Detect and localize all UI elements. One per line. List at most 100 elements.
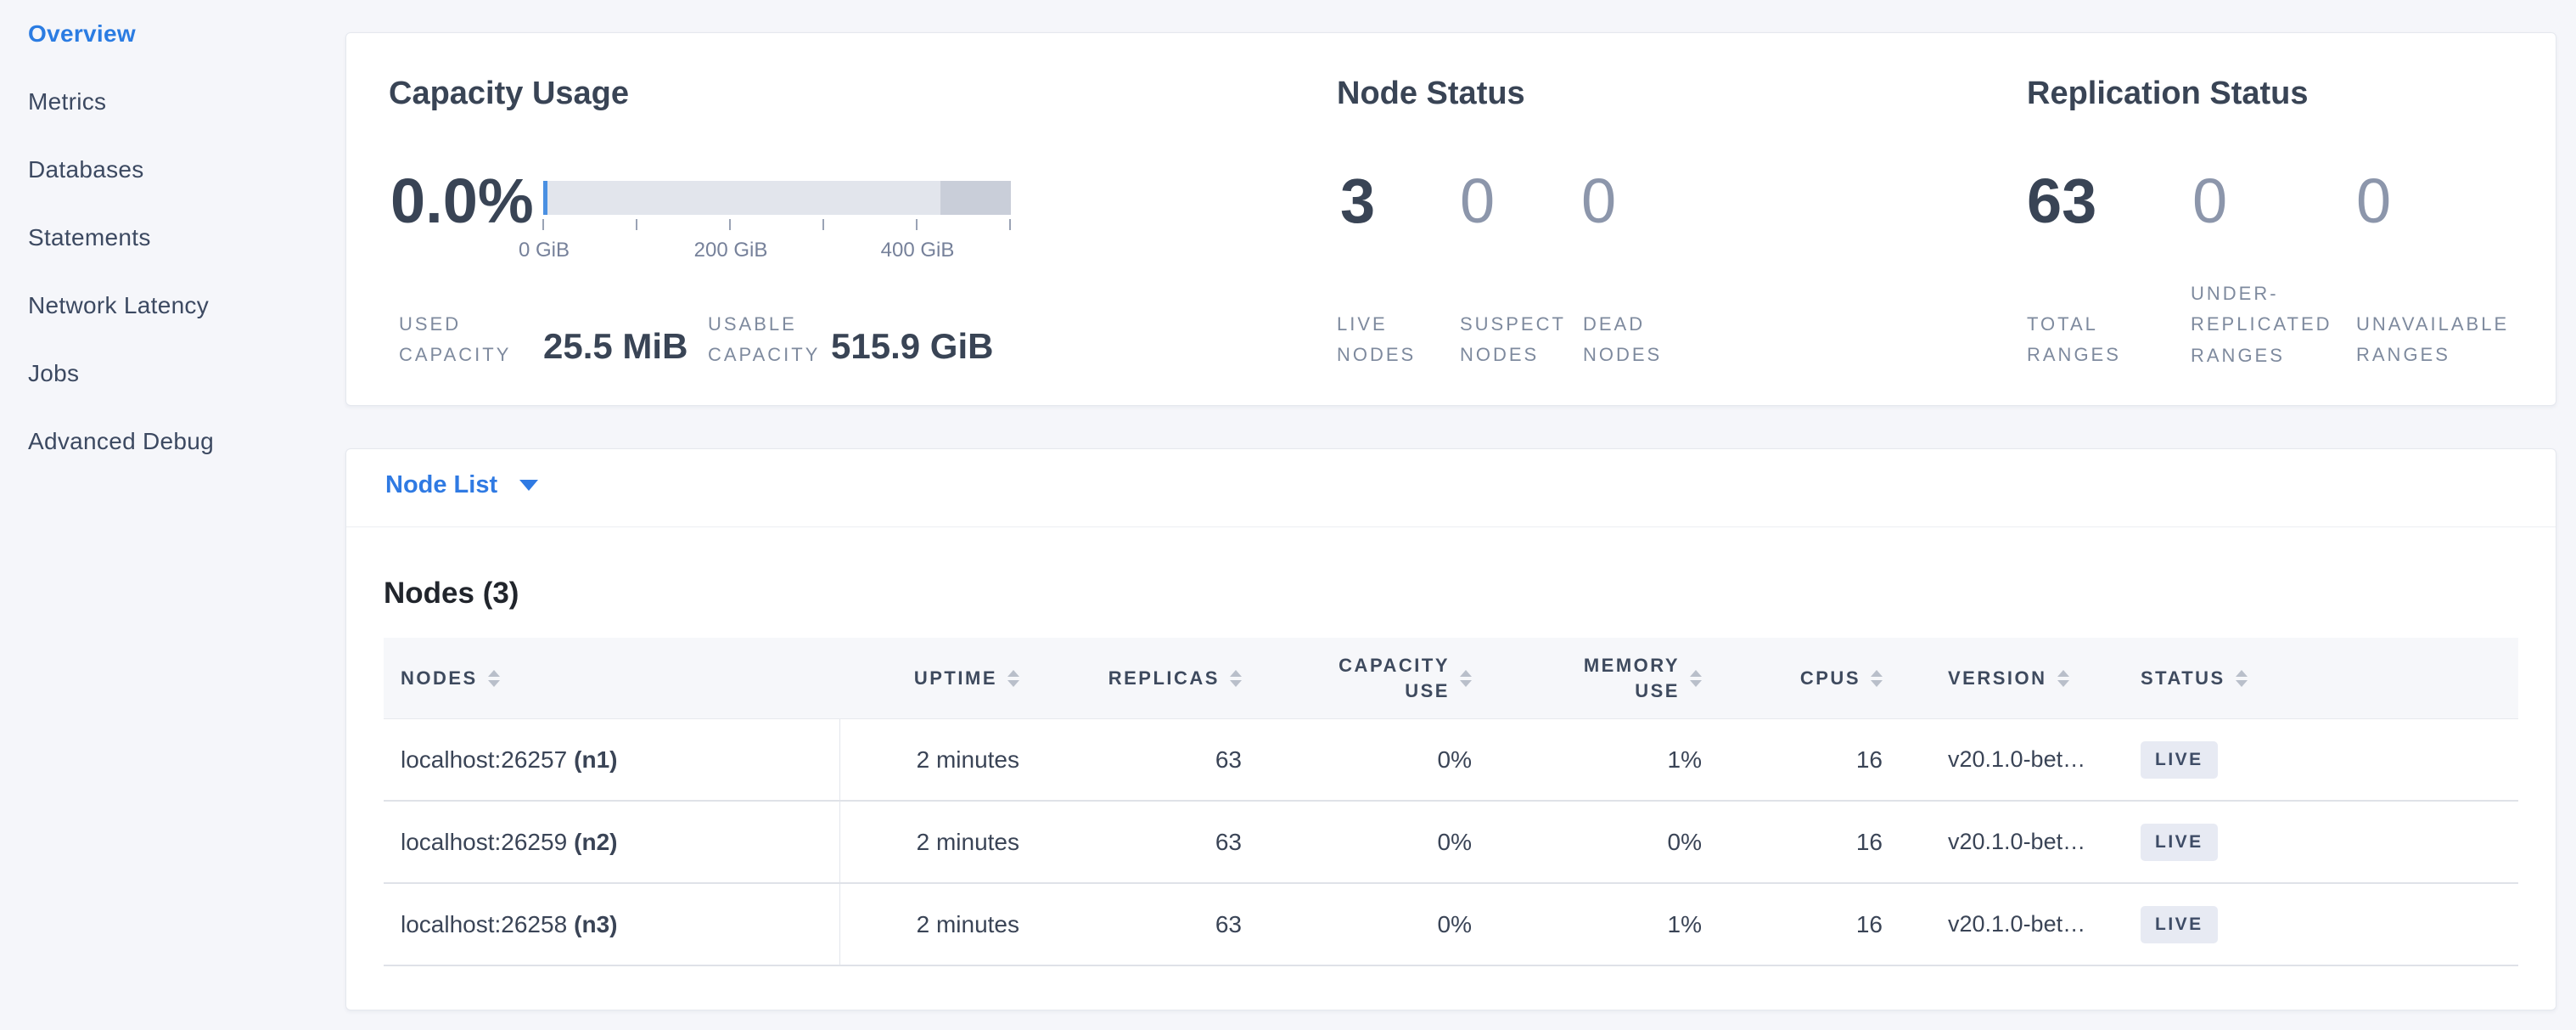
column-header-cpus[interactable]: CPUS <box>1702 666 1883 691</box>
uptime-cell: 2 minutes <box>839 829 1019 856</box>
nodes-table: NODES UPTIME REPLICAS CAPACITY USE MEMOR… <box>384 638 2518 966</box>
version-cell: v20.1.0-bet… <box>1883 829 2137 855</box>
column-header-capacity-use[interactable]: CAPACITY USE <box>1242 653 1472 703</box>
total-ranges-label: TOTAL RANGES <box>2027 309 2121 371</box>
suspect-nodes-count: 0 <box>1460 170 1495 233</box>
replicas-cell: 63 <box>1019 746 1242 774</box>
axis-label-0gib: 0 GiB <box>519 239 570 262</box>
sort-icon[interactable] <box>1460 670 1472 687</box>
unavailable-ranges-label-line2: RANGES <box>2356 340 2509 370</box>
sort-icon[interactable] <box>1230 670 1242 687</box>
chevron-down-icon <box>519 480 538 491</box>
axis-tick <box>636 219 637 230</box>
capacity-usage-bar <box>543 181 1011 215</box>
node-address-cell[interactable]: localhost:26258 (n3) <box>384 911 839 938</box>
used-capacity-label-line1: USED <box>399 309 511 340</box>
usable-capacity-label-line2: CAPACITY <box>708 340 820 370</box>
column-header-uptime[interactable]: UPTIME <box>839 666 1019 691</box>
column-header-nodes-label: NODES <box>401 666 478 691</box>
column-header-memory-use-label: MEMORY USE <box>1535 653 1680 703</box>
usable-capacity-label-line1: USABLE <box>708 309 820 340</box>
axis-label-200gib: 200 GiB <box>694 239 768 262</box>
dead-nodes-label-line2: NODES <box>1583 340 1662 370</box>
used-capacity-label-line2: CAPACITY <box>399 340 511 370</box>
used-capacity-label: USED CAPACITY <box>399 309 511 371</box>
column-header-capacity-use-label: CAPACITY USE <box>1322 653 1450 703</box>
node-name: (n3) <box>574 911 617 938</box>
sort-icon[interactable] <box>1007 670 1019 687</box>
unavailable-ranges-count: 0 <box>2356 170 2391 233</box>
column-header-memory-use[interactable]: MEMORY USE <box>1472 653 1702 703</box>
capacity-use-cell: 0% <box>1242 746 1472 774</box>
axis-tick <box>1009 219 1011 230</box>
capacity-use-cell: 0% <box>1242 911 1472 938</box>
sidebar-item-statements[interactable]: Statements <box>0 204 345 272</box>
dead-nodes-label-line1: DEAD <box>1583 309 1662 340</box>
table-row: localhost:26257 (n1) 2 minutes 63 0% 1% … <box>384 719 2518 802</box>
column-header-version[interactable]: VERSION <box>1883 666 2137 691</box>
column-header-status[interactable]: STATUS <box>2137 666 2518 691</box>
sidebar-item-advanced-debug[interactable]: Advanced Debug <box>0 408 345 476</box>
axis-tick <box>542 219 544 230</box>
node-address-cell[interactable]: localhost:26259 (n2) <box>384 829 839 856</box>
sidebar: Overview Metrics Databases Statements Ne… <box>0 0 345 1030</box>
suspect-nodes-label-line1: SUSPECT <box>1460 309 1566 340</box>
sidebar-item-metrics[interactable]: Metrics <box>0 68 345 136</box>
node-address[interactable]: localhost:26259 <box>401 829 567 856</box>
sidebar-item-databases[interactable]: Databases <box>0 136 345 204</box>
sort-icon[interactable] <box>488 670 500 687</box>
axis-label-400gib: 400 GiB <box>881 239 955 262</box>
sidebar-item-network-latency[interactable]: Network Latency <box>0 272 345 340</box>
memory-use-cell: 1% <box>1472 746 1702 774</box>
node-address[interactable]: localhost:26258 <box>401 911 567 938</box>
replication-status-title: Replication Status <box>2027 76 2309 113</box>
node-list-card: Node List Nodes (3) NODES UPTIME REPLICA… <box>345 448 2556 1010</box>
sort-icon[interactable] <box>1871 670 1883 687</box>
dead-nodes-label: DEAD NODES <box>1583 309 1662 371</box>
status-badge: LIVE <box>2141 741 2218 779</box>
column-header-replicas[interactable]: REPLICAS <box>1019 666 1242 691</box>
node-address-cell[interactable]: localhost:26257 (n1) <box>384 746 839 774</box>
node-list-dropdown-label[interactable]: Node List <box>385 471 497 499</box>
cluster-summary-card: Capacity Usage 0.0% 0 GiB 200 GiB 400 Gi… <box>345 32 2556 406</box>
total-ranges-label-line1: TOTAL <box>2027 309 2121 340</box>
column-header-cpus-label: CPUS <box>1800 666 1860 691</box>
replicas-cell: 63 <box>1019 911 1242 938</box>
nodes-heading: Nodes (3) <box>384 577 519 611</box>
axis-tick <box>916 219 918 230</box>
memory-use-cell: 0% <box>1472 829 1702 856</box>
sort-icon[interactable] <box>2236 670 2248 687</box>
under-replicated-label-line3: RANGES <box>2191 341 2332 371</box>
node-name: (n2) <box>574 829 617 856</box>
sidebar-item-jobs[interactable]: Jobs <box>0 340 345 408</box>
status-badge: LIVE <box>2141 824 2218 861</box>
sort-icon[interactable] <box>2057 670 2069 687</box>
capacity-bar-used-segment <box>543 181 547 215</box>
memory-use-cell: 1% <box>1472 911 1702 938</box>
status-cell: LIVE <box>2137 906 2518 943</box>
column-header-status-label: STATUS <box>2141 666 2225 691</box>
usable-capacity-value: 515.9 GiB <box>831 329 993 364</box>
replicas-cell: 63 <box>1019 829 1242 856</box>
suspect-nodes-label: SUSPECT NODES <box>1460 309 1566 371</box>
usable-capacity-label: USABLE CAPACITY <box>708 309 820 371</box>
sort-icon[interactable] <box>1690 670 1702 687</box>
capacity-used-percent: 0.0% <box>390 170 534 233</box>
column-header-uptime-label: UPTIME <box>914 666 997 691</box>
node-address[interactable]: localhost:26257 <box>401 746 567 774</box>
sidebar-item-overview[interactable]: Overview <box>0 0 345 68</box>
column-header-nodes[interactable]: NODES <box>384 666 839 691</box>
cpus-cell: 16 <box>1702 911 1883 938</box>
capacity-bar-reserved-segment <box>940 181 1011 215</box>
under-replicated-ranges-label: UNDER- REPLICATED RANGES <box>2191 279 2332 371</box>
version-cell: v20.1.0-bet… <box>1883 911 2137 937</box>
cpus-cell: 16 <box>1702 829 1883 856</box>
column-header-replicas-label: REPLICAS <box>1108 666 1220 691</box>
status-badge: LIVE <box>2141 906 2218 943</box>
total-ranges-label-line2: RANGES <box>2027 340 2121 370</box>
total-ranges-count: 63 <box>2027 170 2096 233</box>
live-nodes-count: 3 <box>1340 170 1375 233</box>
capacity-usage-title: Capacity Usage <box>389 76 629 113</box>
column-header-version-label: VERSION <box>1948 666 2047 691</box>
node-list-dropdown[interactable]: Node List <box>385 471 538 499</box>
